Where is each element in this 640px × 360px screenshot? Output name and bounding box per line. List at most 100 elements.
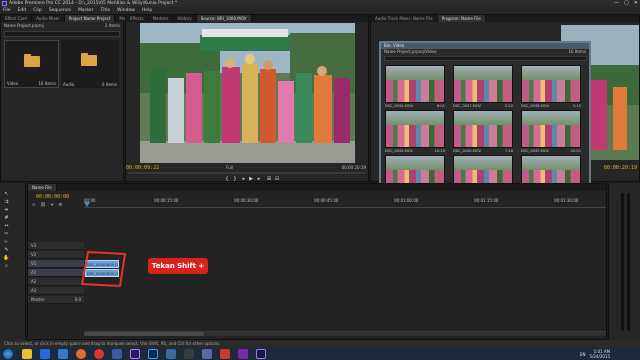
clip-label: DSC_0040.MOV 7:16 xyxy=(453,149,513,153)
mark-in-icon[interactable]: { xyxy=(224,176,230,182)
app-icon[interactable] xyxy=(184,349,194,359)
clip-thumbnail[interactable] xyxy=(453,65,513,103)
app-icon[interactable] xyxy=(202,349,212,359)
overwrite-icon[interactable]: ⊟ xyxy=(274,176,280,182)
clip-thumbnail[interactable] xyxy=(453,110,513,148)
track-a3[interactable]: A3 xyxy=(28,287,84,295)
audio-meters-panel xyxy=(608,183,640,340)
clip-thumbnail[interactable] xyxy=(385,110,445,148)
track-a1[interactable]: A1 xyxy=(28,269,84,277)
ruler-tick: 00:01:30:00 xyxy=(554,198,579,203)
project-panel-tabs: Effect Cont Audio Mixer Project Name Pro… xyxy=(1,15,141,22)
bin-audio[interactable]: Audio 6 Items xyxy=(61,40,119,88)
app-icon[interactable] xyxy=(238,349,248,359)
selection-tool-icon[interactable]: ↖ xyxy=(3,191,10,198)
tab-history[interactable]: History xyxy=(174,15,197,22)
program-monitor-tabs: Audio Track Mixer: Name File Program: Na… xyxy=(371,15,639,22)
app-icon[interactable] xyxy=(112,349,122,359)
bin-video[interactable]: Video 16 Items xyxy=(4,40,59,88)
internet-explorer-icon[interactable] xyxy=(40,349,50,359)
premiere-taskbar-icon[interactable] xyxy=(130,349,140,359)
firefox-icon[interactable] xyxy=(76,349,86,359)
insert-icon[interactable]: ⊞ xyxy=(266,176,272,182)
add-marker-icon[interactable]: ▾ xyxy=(51,203,53,209)
track-select-icon[interactable]: ⇉ xyxy=(3,199,10,206)
menu-help[interactable]: Help xyxy=(142,7,152,14)
track-headers: V3 V2 V1 A1 A2 A3 Master 0.0 xyxy=(28,242,84,314)
menu-title[interactable]: Title xyxy=(101,7,111,14)
menu-file[interactable]: File xyxy=(3,7,11,14)
step-back-icon[interactable]: ◂ xyxy=(240,176,246,182)
clip-label: DSC_0037.MOV 5:22 xyxy=(453,104,513,108)
tab-audio-mixer[interactable]: Audio Mixer xyxy=(32,15,65,22)
tab-project[interactable]: Project Name Project xyxy=(64,15,116,22)
play-icon[interactable]: ▶ xyxy=(248,176,254,182)
tab-sequence[interactable]: Name File xyxy=(28,184,57,191)
language-indicator[interactable]: EN xyxy=(580,352,586,357)
close-button[interactable]: ✕ xyxy=(634,0,638,7)
slip-tool-icon[interactable]: ⊢ xyxy=(3,239,10,246)
timeline-settings-icon[interactable]: ⚙ xyxy=(58,203,62,209)
timeline-option-icons: ∩ ⛓ ▾ ⚙ xyxy=(32,203,82,209)
step-forward-icon[interactable]: ▸ xyxy=(256,176,262,182)
menu-window[interactable]: Window xyxy=(117,7,135,14)
source-timecode-current[interactable]: 00:00:09:22 xyxy=(126,165,159,171)
app-icon[interactable] xyxy=(220,349,230,359)
tab-audio-track-mixer[interactable]: Audio Track Mixer: Name File xyxy=(371,15,438,22)
ripple-edit-icon[interactable]: ⇹ xyxy=(3,207,10,214)
snap-icon[interactable]: ∩ xyxy=(32,203,35,209)
hand-tool-icon[interactable]: ✋ xyxy=(3,255,10,262)
source-scrubber[interactable] xyxy=(128,172,366,174)
bin-search-input[interactable] xyxy=(384,56,587,61)
source-video-frame[interactable] xyxy=(140,23,355,163)
photoshop-icon[interactable] xyxy=(148,349,158,359)
after-effects-icon[interactable] xyxy=(256,349,266,359)
rate-stretch-icon[interactable]: ↔ xyxy=(3,223,10,230)
tab-markers[interactable]: Markers xyxy=(149,15,174,22)
clip-thumbnail[interactable] xyxy=(385,65,445,103)
project-search-input[interactable] xyxy=(4,31,120,37)
start-button-icon[interactable] xyxy=(3,349,13,359)
bin-audio-items: 6 Items xyxy=(101,82,117,87)
file-explorer-icon[interactable] xyxy=(22,349,32,359)
tab-effect-controls[interactable]: Effect Cont xyxy=(1,15,33,22)
clip-label: DSC_0038.MOV 5:15 xyxy=(521,104,581,108)
razor-tool-icon[interactable]: ✂ xyxy=(3,231,10,238)
app-icon[interactable] xyxy=(166,349,176,359)
pen-tool-icon[interactable]: ✎ xyxy=(3,247,10,254)
track-v3[interactable]: V3 xyxy=(28,242,84,250)
clock[interactable]: 1:01 AM 5/24/2015 xyxy=(590,349,611,359)
zoom-tool-icon[interactable]: ⌕ xyxy=(3,263,10,270)
timeline-scrollbar[interactable] xyxy=(84,331,606,336)
menu-marker[interactable]: Marker xyxy=(78,7,94,14)
minimize-button[interactable]: — xyxy=(614,0,619,7)
ruler-tick: 00:00:15:00 xyxy=(154,198,179,203)
menu-edit[interactable]: Edit xyxy=(18,7,27,14)
app-icon[interactable] xyxy=(58,349,68,359)
tab-source[interactable]: Source: BRI_1000.MOV xyxy=(196,15,252,22)
audio-meter-left xyxy=(621,193,624,331)
track-master[interactable]: Master 0.0 xyxy=(28,296,84,304)
menu-clip[interactable]: Clip xyxy=(33,7,42,14)
wedding-procession-image xyxy=(140,23,355,163)
playhead-icon[interactable] xyxy=(84,202,90,207)
track-v1[interactable]: V1 xyxy=(28,260,84,268)
timeline-timecode[interactable]: 00:00:00:00 xyxy=(36,194,69,200)
linked-selection-icon[interactable]: ⛓ xyxy=(40,203,46,209)
track-v2[interactable]: V2 xyxy=(28,251,84,259)
clip-thumbnail[interactable] xyxy=(521,110,581,148)
project-name: Name Project.prproj xyxy=(4,23,44,28)
track-a2[interactable]: A2 xyxy=(28,278,84,286)
rolling-edit-icon[interactable]: # xyxy=(3,215,10,222)
mark-out-icon[interactable]: } xyxy=(232,176,238,182)
source-fit-select[interactable]: Full xyxy=(226,165,233,170)
tab-effects[interactable]: Effects xyxy=(126,15,149,22)
source-transport-controls: { } ◂ ▶ ▸ ⊞ ⊟ xyxy=(224,176,284,182)
menu-sequence[interactable]: Sequence xyxy=(49,7,71,14)
folder-icon xyxy=(24,54,40,67)
chrome-icon[interactable] xyxy=(94,349,104,359)
maximize-button[interactable]: ▢ xyxy=(624,0,629,7)
time-ruler[interactable]: 00:00 00:00:15:00 00:00:30:00 00:00:45:0… xyxy=(84,198,606,208)
clip-thumbnail[interactable] xyxy=(521,65,581,103)
tab-program[interactable]: Program: Name File xyxy=(437,15,486,22)
